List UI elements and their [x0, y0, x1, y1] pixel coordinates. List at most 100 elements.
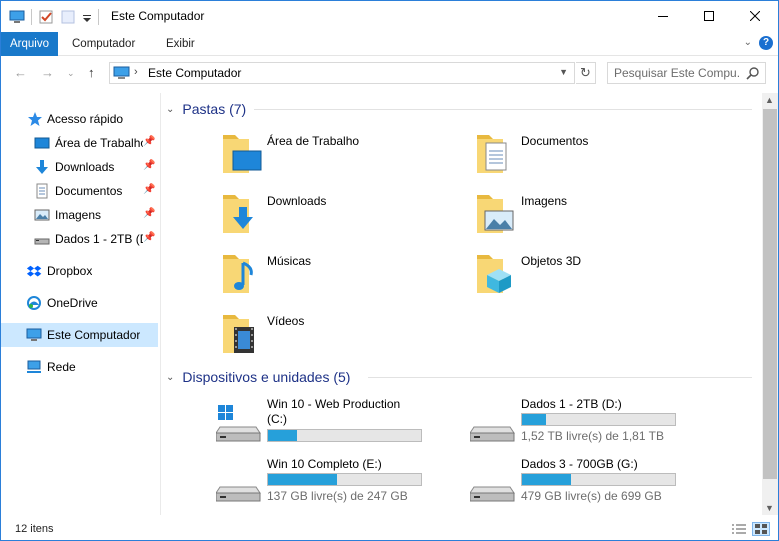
sidebar-item-este-computador[interactable]: Este Computador	[1, 323, 158, 347]
sidebar-item-acesso-rapido[interactable]: Acesso rápido	[1, 107, 158, 131]
onedrive-icon	[26, 295, 42, 311]
drive-c[interactable]: Win 10 - Web Production (C:)	[215, 397, 456, 447]
sidebar-item-area-de-trabalho[interactable]: Área de Trabalho 📌	[1, 131, 158, 155]
properties-icon[interactable]	[38, 9, 54, 25]
drive-g[interactable]: Dados 3 - 700GB (G:) 479 GB livre(s) de …	[469, 457, 710, 507]
usage-bar-fill	[522, 474, 571, 485]
usage-bar	[521, 473, 676, 486]
pin-icon[interactable]: 📌	[143, 232, 155, 243]
sidebar-item-label: OneDrive	[47, 296, 98, 310]
customize-toolbar-icon[interactable]	[82, 9, 92, 25]
star-icon	[27, 111, 43, 127]
sidebar-item-rede[interactable]: Rede	[1, 355, 158, 379]
scroll-down-icon[interactable]: ▼	[765, 503, 774, 513]
drive-free-space: 1,52 TB livre(s) de 1,81 TB	[521, 429, 664, 443]
sidebar-item-dropbox[interactable]: Dropbox	[1, 259, 158, 283]
folder-label: Vídeos	[267, 314, 305, 328]
pin-icon[interactable]: 📌	[143, 208, 155, 219]
address-bar[interactable]: › Este Computador ▼	[109, 62, 575, 84]
usage-bar-fill	[522, 414, 547, 425]
music-folder-icon	[221, 249, 267, 301]
scrollbar-thumb[interactable]	[763, 109, 777, 479]
new-folder-icon[interactable]	[60, 9, 76, 25]
close-button[interactable]	[732, 1, 778, 31]
back-button[interactable]: ←	[14, 65, 27, 80]
pin-icon[interactable]: 📌	[143, 136, 155, 147]
maximize-button[interactable]	[686, 1, 732, 31]
drive-d[interactable]: Dados 1 - 2TB (D:) 1,52 TB livre(s) de 1…	[469, 397, 710, 447]
tab-computador[interactable]: Computador	[63, 32, 144, 56]
documents-folder-icon	[475, 129, 521, 181]
folder-musicas[interactable]: Músicas	[221, 249, 451, 305]
chevron-down-icon[interactable]: ⌄	[166, 372, 174, 383]
sidebar-item-label: Documentos	[55, 184, 123, 198]
sidebar-item-documentos[interactable]: Documentos 📌	[1, 179, 158, 203]
sidebar-item-label: Este Computador	[47, 328, 141, 342]
sidebar-item-label: Imagens	[55, 208, 102, 222]
pictures-folder-icon	[475, 189, 521, 241]
chevron-down-icon[interactable]: ⌄	[166, 104, 174, 115]
downloads-folder-icon	[221, 189, 267, 241]
help-icon[interactable]: ?	[759, 36, 773, 50]
group-header-dispositivos[interactable]: ⌄ Dispositivos e unidades (5)	[166, 367, 350, 387]
status-bar: 12 itens	[1, 517, 778, 541]
forward-button[interactable]: →	[41, 65, 54, 80]
sidebar-item-imagens[interactable]: Imagens 📌	[1, 203, 158, 227]
up-button[interactable]: ↑	[88, 65, 95, 80]
folder-videos[interactable]: Vídeos	[221, 309, 451, 365]
pin-icon[interactable]: 📌	[143, 184, 155, 195]
folder-downloads[interactable]: Downloads	[221, 189, 451, 245]
folder-imagens[interactable]: Imagens	[475, 189, 705, 245]
folder-documentos[interactable]: Documentos	[475, 129, 705, 185]
pictures-icon	[34, 207, 50, 223]
address-history-icon[interactable]: ▼	[559, 67, 568, 77]
group-title: Pastas (7)	[182, 101, 247, 117]
navigation-bar: ← → ⌄ ↑ › Este Computador ▼ ↻	[1, 57, 778, 89]
window-title: Este Computador	[111, 9, 205, 23]
details-view-icon[interactable]	[730, 522, 748, 536]
desktop-folder-icon	[221, 129, 267, 181]
vertical-scrollbar[interactable]: ▲ ▼	[762, 93, 778, 515]
network-icon	[26, 359, 42, 375]
expand-ribbon-icon[interactable]: ⌄	[744, 37, 752, 48]
group-header-pastas[interactable]: ⌄ Pastas (7)	[166, 99, 246, 119]
computer-icon	[26, 327, 42, 343]
sidebar-item-downloads[interactable]: Downloads 📌	[1, 155, 158, 179]
usage-bar-fill	[268, 430, 298, 441]
search-input[interactable]	[608, 63, 740, 83]
drive-free-space: 137 GB livre(s) de 247 GB	[267, 489, 408, 503]
large-icons-view-icon[interactable]	[752, 522, 770, 536]
refresh-button[interactable]: ↻	[576, 62, 596, 84]
sidebar-item-label: Área de Trabalho	[55, 136, 143, 150]
sidebar-item-label: Dropbox	[47, 264, 93, 278]
windows-drive-icon	[215, 403, 262, 443]
sidebar-item-label: Rede	[47, 360, 76, 374]
folder-area-de-trabalho[interactable]: Área de Trabalho	[221, 129, 451, 185]
document-icon	[34, 183, 50, 199]
search-box[interactable]	[607, 62, 766, 84]
desktop-icon	[34, 135, 50, 151]
drive-name: Win 10 Completo (E:)	[267, 457, 382, 471]
sidebar-item-dados-1[interactable]: Dados 1 - 2TB (D:) 📌	[1, 227, 158, 251]
recent-locations-icon[interactable]: ⌄	[67, 68, 75, 79]
breadcrumb[interactable]: Este Computador	[148, 66, 241, 80]
drive-e[interactable]: Win 10 Completo (E:) 137 GB livre(s) de …	[215, 457, 456, 507]
download-icon	[34, 159, 50, 175]
toolbar-separator	[31, 9, 32, 25]
scroll-up-icon[interactable]: ▲	[765, 95, 774, 105]
search-icon[interactable]	[746, 66, 760, 80]
breadcrumb-chevron-icon[interactable]: ›	[134, 66, 138, 78]
usage-bar-fill	[268, 474, 337, 485]
folder-label: Documentos	[521, 134, 589, 148]
sidebar-item-onedrive[interactable]: OneDrive	[1, 291, 158, 315]
videos-folder-icon	[221, 309, 267, 361]
tab-arquivo[interactable]: Arquivo	[1, 32, 58, 56]
tab-exibir[interactable]: Exibir	[157, 32, 204, 56]
computer-icon[interactable]	[9, 9, 25, 25]
pin-icon[interactable]: 📌	[143, 160, 155, 171]
usage-bar	[521, 413, 676, 426]
folder-objetos-3d[interactable]: Objetos 3D	[475, 249, 705, 305]
minimize-button[interactable]	[640, 1, 686, 31]
drive-icon	[469, 403, 516, 443]
usage-bar	[267, 429, 422, 442]
